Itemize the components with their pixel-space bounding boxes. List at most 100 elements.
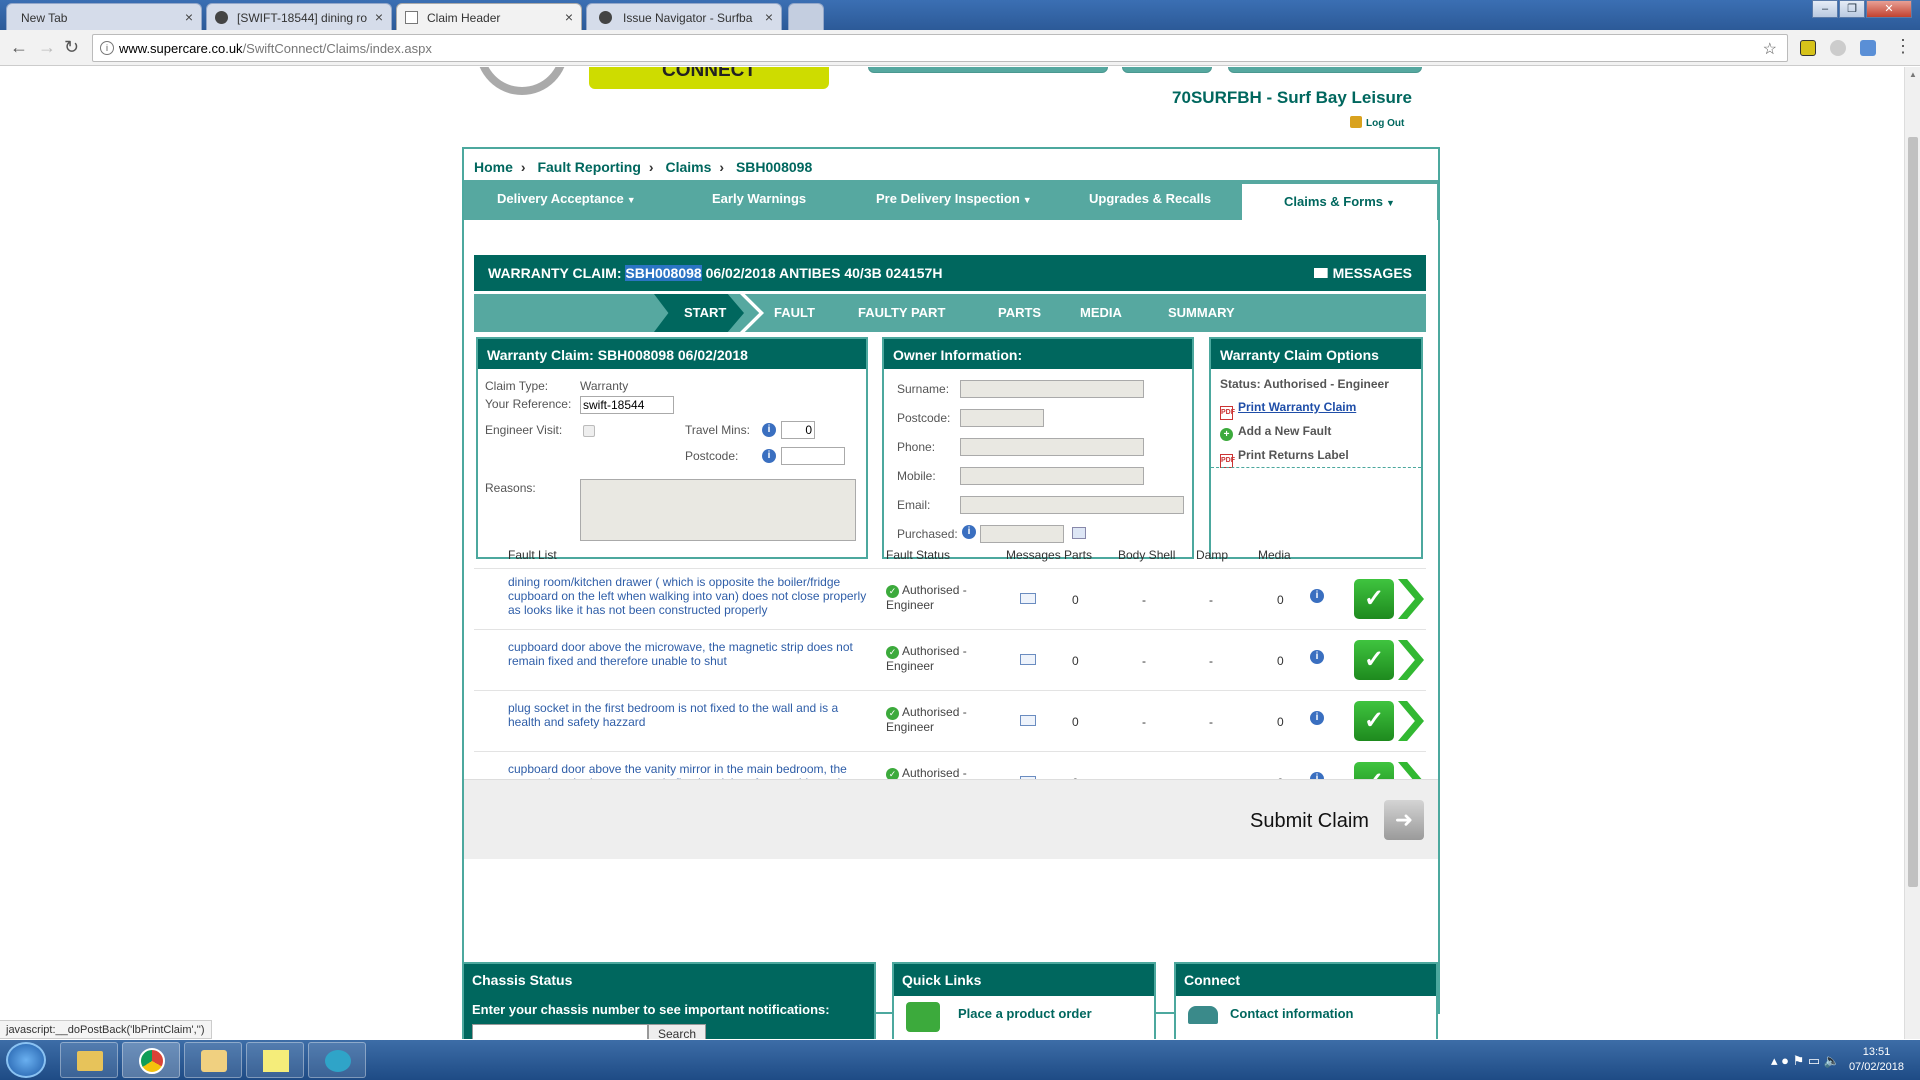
chevron-down-icon: ▼ bbox=[626, 195, 636, 205]
approve-check-button[interactable]: ✓ bbox=[1354, 640, 1394, 680]
reasons-textarea[interactable] bbox=[580, 479, 856, 541]
table-row: cupboard door above the microwave, the m… bbox=[474, 629, 1426, 689]
sticky-notes-icon[interactable] bbox=[246, 1042, 304, 1078]
tab-new-tab[interactable]: New Tab × bbox=[6, 3, 202, 30]
step-fault[interactable]: FAULT bbox=[774, 305, 815, 320]
search-button[interactable]: Search bbox=[648, 1024, 706, 1039]
link-label: Add a New Fault bbox=[1238, 424, 1332, 438]
claim-type-label: Claim Type: bbox=[485, 379, 549, 393]
calendar-icon[interactable] bbox=[1072, 527, 1086, 539]
reference-input[interactable] bbox=[580, 396, 674, 414]
messages-button[interactable]: MESSAGES bbox=[1313, 265, 1412, 281]
scroll-up-icon[interactable]: ▲ bbox=[1909, 70, 1917, 79]
place-order-link[interactable]: Place a product order bbox=[958, 1006, 1092, 1021]
step-parts[interactable]: PARTS bbox=[998, 305, 1041, 320]
claim-type-value: Warranty bbox=[580, 379, 629, 393]
reference-label: Your Reference: bbox=[485, 397, 572, 411]
travel-mins-input[interactable] bbox=[781, 421, 815, 439]
tab-title: Issue Navigator - Surfba bbox=[623, 11, 753, 25]
body-shell-value: - bbox=[1142, 715, 1146, 729]
tab-claim-header[interactable]: Claim Header × bbox=[396, 3, 582, 30]
tab-pre-delivery-inspection[interactable]: Pre Delivery Inspection ▼ bbox=[876, 191, 1032, 206]
print-returns-label-link[interactable]: PDF Print Returns Label bbox=[1220, 448, 1349, 468]
message-envelope-icon[interactable] bbox=[1020, 593, 1036, 604]
extension-icon[interactable] bbox=[1830, 40, 1846, 56]
step-media[interactable]: MEDIA bbox=[1080, 305, 1122, 320]
info-icon[interactable]: i bbox=[762, 449, 776, 463]
approve-check-button[interactable]: ✓ bbox=[1354, 579, 1394, 619]
system-tray-icons[interactable]: ▴ ● ⚑ ▭ 🔈 bbox=[1771, 1053, 1840, 1069]
postcode-input[interactable] bbox=[781, 447, 845, 465]
tab-close-icon[interactable]: × bbox=[765, 9, 773, 25]
extension-icon[interactable] bbox=[1800, 40, 1816, 56]
extension-icon[interactable] bbox=[1860, 40, 1876, 56]
reload-icon[interactable]: ↻ bbox=[64, 37, 79, 58]
info-icon[interactable]: i bbox=[1310, 711, 1324, 725]
logout-link[interactable]: Log Out bbox=[1350, 116, 1404, 129]
info-icon[interactable]: i bbox=[762, 423, 776, 437]
tab-title: Claim Header bbox=[427, 11, 501, 25]
tab-delivery-acceptance[interactable]: Delivery Acceptance ▼ bbox=[497, 191, 636, 206]
outlook-icon[interactable] bbox=[184, 1042, 242, 1078]
info-icon[interactable]: i bbox=[962, 525, 976, 539]
tab-label: Delivery Acceptance bbox=[497, 191, 624, 206]
tab-upgrades-recalls[interactable]: Upgrades & Recalls bbox=[1089, 191, 1211, 206]
submit-claim-label[interactable]: Submit Claim bbox=[1250, 810, 1369, 833]
contact-info-link[interactable]: Contact information bbox=[1230, 1006, 1354, 1021]
tab-early-warnings[interactable]: Early Warnings bbox=[712, 191, 806, 206]
chevron-right-icon[interactable] bbox=[1398, 640, 1424, 680]
chevron-right-icon[interactable] bbox=[1398, 579, 1424, 619]
close-icon[interactable]: ✕ bbox=[1866, 0, 1912, 18]
back-icon[interactable]: ← bbox=[10, 37, 28, 58]
breadcrumb-claims[interactable]: Claims bbox=[665, 159, 711, 175]
message-envelope-icon[interactable] bbox=[1020, 715, 1036, 726]
fault-status: ✓Authorised - Engineer bbox=[886, 644, 976, 674]
breadcrumb-fault-reporting[interactable]: Fault Reporting bbox=[537, 159, 640, 175]
page-scrollbar[interactable]: ▲ bbox=[1904, 67, 1920, 1039]
submit-arrow-button[interactable]: ➜ bbox=[1384, 800, 1424, 840]
file-explorer-icon[interactable] bbox=[60, 1042, 118, 1078]
tab-issue-navigator[interactable]: Issue Navigator - Surfba × bbox=[586, 3, 782, 30]
body-shell-value: - bbox=[1142, 593, 1146, 607]
damp-value: - bbox=[1209, 593, 1213, 607]
add-new-fault-link[interactable]: + Add a New Fault bbox=[1220, 424, 1331, 441]
breadcrumb-home[interactable]: Home bbox=[474, 159, 513, 175]
site-info-icon[interactable]: i bbox=[100, 41, 114, 55]
restore-icon[interactable]: ❐ bbox=[1839, 0, 1865, 18]
top-nav-fragment[interactable] bbox=[1122, 67, 1212, 73]
scrollbar-thumb[interactable] bbox=[1908, 137, 1918, 887]
step-start[interactable]: START bbox=[654, 294, 744, 332]
chrome-icon[interactable] bbox=[122, 1042, 180, 1078]
tab-close-icon[interactable]: × bbox=[565, 9, 573, 25]
fault-description-link[interactable]: dining room/kitchen drawer ( which is op… bbox=[508, 575, 868, 617]
tab-close-icon[interactable]: × bbox=[185, 9, 193, 25]
minimize-icon[interactable]: – bbox=[1812, 0, 1838, 18]
message-envelope-icon[interactable] bbox=[1020, 654, 1036, 665]
chassis-input[interactable] bbox=[472, 1024, 648, 1039]
breadcrumb-claim-no[interactable]: SBH008098 bbox=[736, 159, 812, 175]
engineer-visit-checkbox[interactable] bbox=[583, 425, 595, 437]
tab-close-icon[interactable]: × bbox=[375, 9, 383, 25]
step-faulty-part[interactable]: FAULTY PART bbox=[858, 305, 945, 320]
forward-icon[interactable]: → bbox=[38, 37, 56, 58]
info-icon[interactable]: i bbox=[1310, 650, 1324, 664]
tab-swift-issue[interactable]: [SWIFT-18544] dining ro × bbox=[206, 3, 392, 30]
url-input[interactable]: i www.supercare.co.uk/SwiftConnect/Claim… bbox=[92, 34, 1788, 62]
top-nav-fragment[interactable] bbox=[868, 67, 1108, 73]
fault-description-link[interactable]: plug socket in the first bedroom is not … bbox=[508, 701, 868, 729]
step-summary[interactable]: SUMMARY bbox=[1168, 305, 1235, 320]
top-nav-fragment[interactable] bbox=[1228, 67, 1422, 73]
fault-description-link[interactable]: cupboard door above the microwave, the m… bbox=[508, 640, 868, 668]
chassis-prompt: Enter your chassis number to see importa… bbox=[472, 1002, 830, 1017]
menu-icon[interactable]: ⋮ bbox=[1894, 36, 1912, 57]
print-warranty-claim-link[interactable]: PDF Print Warranty Claim bbox=[1220, 400, 1356, 420]
system-clock[interactable]: 13:51 07/02/2018 bbox=[1849, 1045, 1904, 1075]
windows-start-icon[interactable] bbox=[6, 1042, 46, 1078]
tab-claims-forms[interactable]: Claims & Forms ▼ bbox=[1242, 184, 1437, 220]
new-tab-button[interactable] bbox=[788, 3, 824, 30]
info-icon[interactable]: i bbox=[1310, 589, 1324, 603]
bookmark-star-icon[interactable]: ☆ bbox=[1763, 39, 1777, 59]
chevron-right-icon[interactable] bbox=[1398, 701, 1424, 741]
approve-check-button[interactable]: ✓ bbox=[1354, 701, 1394, 741]
app-icon[interactable] bbox=[308, 1042, 366, 1078]
